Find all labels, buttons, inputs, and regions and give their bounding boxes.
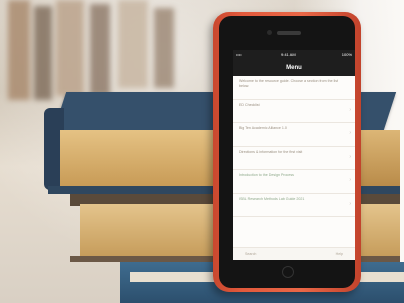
menu-item-label: ED Checklist [239, 102, 260, 107]
chevron-right-icon: › [349, 177, 351, 183]
menu-item-checklist[interactable]: ED Checklist › [233, 100, 355, 123]
carrier-signal: •••• [236, 52, 242, 57]
menu-list: Welcome to the resource guide. Choose a … [233, 76, 355, 217]
chevron-right-icon: › [349, 200, 351, 207]
status-time: 9:41 AM [281, 52, 296, 57]
menu-item-label: Introduction to the Design Process [239, 173, 294, 177]
tab-bar: Search Help [233, 247, 355, 260]
chevron-right-icon: › [349, 153, 351, 160]
home-button[interactable] [282, 266, 294, 278]
screen-title: Menu [286, 65, 302, 71]
menu-item-research-methods[interactable]: ISBL Research Methods Lab Guide 2021 › [233, 194, 355, 217]
menu-item-design-process[interactable]: Introduction to the Design Process › [233, 170, 355, 194]
nav-bar: Menu [233, 60, 355, 76]
menu-item-label: Directions & information for the first v… [239, 149, 303, 154]
chevron-right-icon: › [349, 130, 351, 136]
status-bar: •••• 9:41 AM 100% [233, 50, 355, 60]
smartphone: •••• 9:41 AM 100% Menu Welcome to the re… [213, 12, 361, 292]
phone-front: •••• 9:41 AM 100% Menu Welcome to the re… [219, 16, 355, 288]
front-camera [267, 30, 272, 35]
chevron-right-icon: › [349, 106, 351, 113]
book-top-pages [60, 130, 220, 188]
tab-search[interactable]: Search [245, 248, 256, 260]
menu-item-label: ISBL Research Methods Lab Guide 2021 [239, 196, 305, 201]
menu-item-directions[interactable]: Directions & information for the first v… [233, 147, 355, 170]
menu-item-label: Welcome to the resource guide. Choose a … [239, 79, 339, 88]
battery-level: 100% [341, 52, 352, 57]
phone-screen: •••• 9:41 AM 100% Menu Welcome to the re… [233, 50, 355, 260]
menu-item-alliance[interactable]: Big Ten Academic Alliance 1.0 › [233, 123, 355, 147]
photo-scene: •••• 9:41 AM 100% Menu Welcome to the re… [0, 0, 404, 303]
menu-item-intro[interactable]: Welcome to the resource guide. Choose a … [233, 76, 355, 100]
tab-help[interactable]: Help [336, 248, 343, 260]
menu-item-label: Big Ten Academic Alliance 1.0 [239, 126, 287, 130]
earpiece-speaker [277, 31, 301, 35]
